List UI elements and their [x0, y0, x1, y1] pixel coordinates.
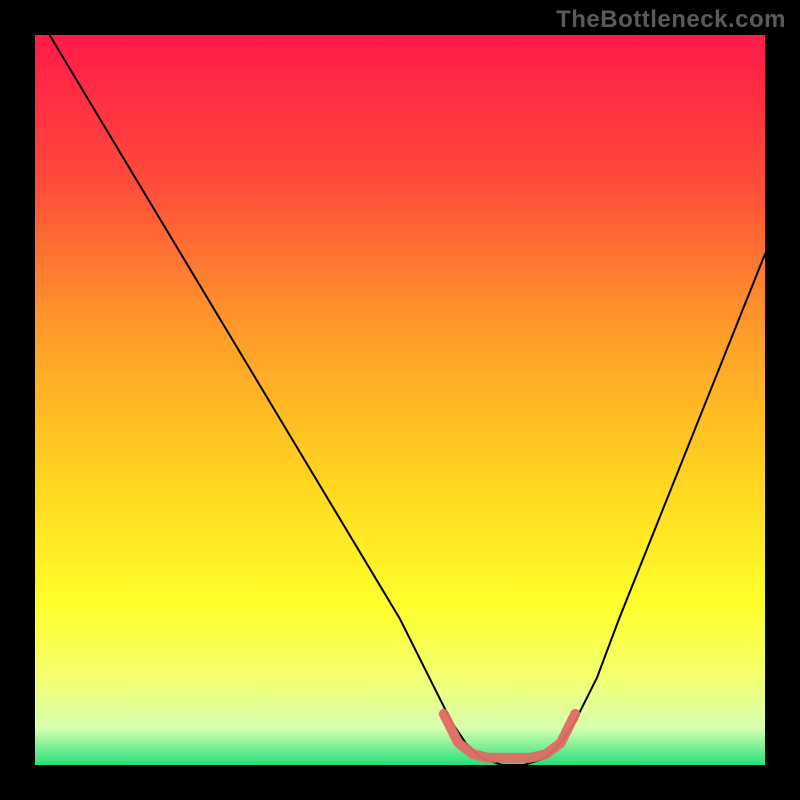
bottleneck-chart	[35, 35, 765, 765]
gradient-background	[35, 35, 765, 765]
chart-frame: TheBottleneck.com	[0, 0, 800, 800]
watermark-text: TheBottleneck.com	[556, 6, 786, 34]
